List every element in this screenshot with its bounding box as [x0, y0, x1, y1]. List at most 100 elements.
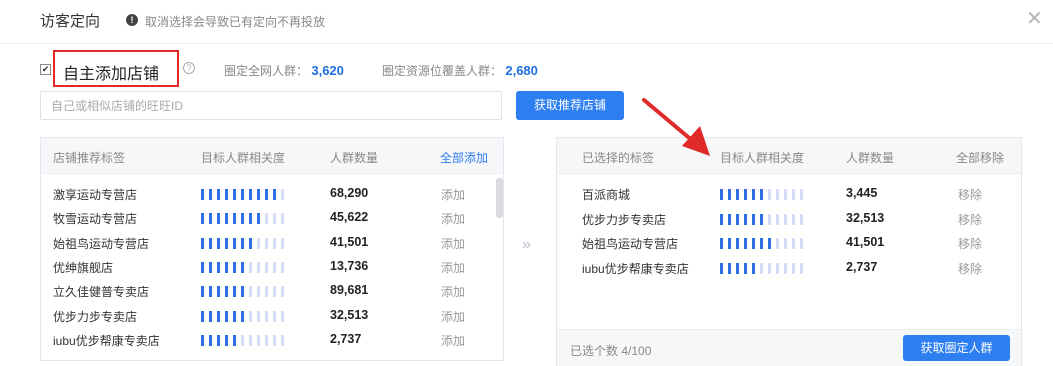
get-recommended-shops-button[interactable]: 获取推荐店铺: [516, 91, 624, 120]
dialog-title: 访客定向: [40, 13, 101, 30]
scrollbar[interactable]: [496, 178, 503, 218]
audience-count: 32,513: [846, 210, 885, 225]
relevance-segment: [217, 334, 220, 346]
column-header-audience-count: 人群数量: [846, 151, 895, 165]
relevance-segment: [736, 262, 739, 274]
relevance-segment: [249, 286, 252, 298]
relevance-segment: [736, 238, 739, 250]
remove-button[interactable]: 移除: [958, 186, 982, 203]
relevance-segment: [201, 213, 204, 225]
relevance-segment: [209, 237, 212, 249]
relevance-segment: [241, 286, 244, 298]
relevance-segment: [257, 286, 260, 298]
relevance-segment: [201, 310, 204, 322]
relevance-segment: [281, 189, 284, 200]
relevance-segment: [225, 334, 228, 346]
add-button[interactable]: 添加: [441, 235, 465, 252]
relevance-segment: [233, 213, 236, 225]
relevance-segment: [273, 261, 276, 273]
relevance-segment: [225, 189, 228, 200]
stat-resource-coverage-label: 圈定资源位覆盖人群：: [382, 64, 503, 78]
stat-all-network-label: 圈定全网人群：: [224, 64, 309, 78]
remove-button[interactable]: 移除: [958, 235, 982, 252]
relevance-segment: [233, 334, 236, 346]
audience-count: 68,290: [330, 186, 369, 200]
relevance-segment: [265, 286, 268, 298]
relevance-segment: [209, 261, 212, 273]
recommended-shops-panel: 店铺推荐标签 目标人群相关度 人群数量 全部添加 激享运动专营店 68,290 添加…: [40, 137, 504, 361]
relevance-segment: [225, 261, 228, 273]
relevance-segment: [800, 189, 803, 200]
relevance-segment: [800, 262, 803, 274]
help-icon[interactable]: ?: [183, 62, 195, 74]
relevance-segment: [257, 213, 260, 225]
relevance-segment: [273, 213, 276, 225]
relevance-segment: [281, 334, 284, 346]
shop-name: iubu优步帮康专卖店: [53, 333, 160, 348]
shop-name: 优步力步专卖店: [53, 309, 138, 324]
relevance-segment: [281, 213, 284, 225]
relevance-segment: [265, 237, 268, 249]
audience-count: 41,501: [330, 234, 369, 249]
transfer-arrow-icon: »: [522, 236, 531, 253]
relevance-bar: [201, 237, 289, 249]
relevance-segment: [744, 189, 747, 200]
relevance-segment: [217, 310, 220, 322]
relevance-segment: [752, 262, 755, 274]
relevance-segment: [768, 213, 771, 225]
relevance-segment: [233, 286, 236, 298]
relevance-bar: [201, 286, 289, 298]
column-header-audience-count: 人群数量: [330, 151, 379, 165]
relevance-segment: [792, 189, 795, 200]
add-button[interactable]: 添加: [441, 308, 465, 325]
relevance-segment: [265, 310, 268, 322]
relevance-segment: [768, 262, 771, 274]
relevance-segment: [720, 189, 723, 200]
shop-id-input[interactable]: [40, 91, 502, 120]
relevance-segment: [273, 189, 276, 200]
add-button[interactable]: 添加: [441, 332, 465, 349]
relevance-segment: [225, 237, 228, 249]
relevance-segment: [776, 262, 779, 274]
table-row: iubu优步帮康专卖店 2,737 移除: [557, 256, 1021, 280]
relevance-segment: [760, 262, 763, 274]
relevance-segment: [225, 286, 228, 298]
relevance-segment: [201, 237, 204, 249]
relevance-segment: [265, 261, 268, 273]
add-all-button[interactable]: 全部添加: [440, 149, 488, 166]
relevance-segment: [217, 189, 220, 200]
close-icon[interactable]: ✕: [1026, 6, 1043, 31]
shop-name: 优绅旗舰店: [53, 260, 114, 275]
audience-count: 2,737: [846, 259, 878, 274]
remove-all-button[interactable]: 全部移除: [956, 149, 1004, 166]
relevance-segment: [728, 262, 731, 274]
relevance-segment: [257, 189, 260, 200]
relevance-segment: [784, 213, 787, 225]
relevance-segment: [257, 237, 260, 249]
relevance-segment: [744, 262, 747, 274]
self-add-checkbox[interactable]: ✔: [40, 64, 51, 75]
stat-resource-coverage: 圈定资源位覆盖人群： 2,680: [382, 62, 538, 79]
add-button[interactable]: 添加: [441, 186, 465, 203]
relevance-bar: [201, 189, 289, 200]
relevance-segment: [800, 238, 803, 250]
remove-button[interactable]: 移除: [958, 211, 982, 228]
relevance-segment: [760, 213, 763, 225]
column-header-relevance: 目标人群相关度: [720, 151, 805, 165]
shop-name: 始祖鸟运动专营店: [582, 237, 679, 252]
shop-name: 百派商城: [582, 188, 631, 202]
relevance-bar: [201, 261, 289, 273]
relevance-segment: [273, 237, 276, 249]
get-target-audience-button[interactable]: 获取圈定人群: [903, 335, 1010, 361]
remove-button[interactable]: 移除: [958, 260, 982, 277]
shop-name: 激享运动专营店: [53, 188, 138, 202]
relevance-segment: [241, 261, 244, 273]
relevance-segment: [233, 237, 236, 249]
relevance-segment: [281, 261, 284, 273]
relevance-segment: [265, 334, 268, 346]
selected-tags-footer: 已选个数 4/100 获取圈定人群: [557, 329, 1021, 366]
add-button[interactable]: 添加: [441, 210, 465, 227]
add-button[interactable]: 添加: [441, 283, 465, 300]
add-button[interactable]: 添加: [441, 259, 465, 276]
relevance-segment: [720, 238, 723, 250]
